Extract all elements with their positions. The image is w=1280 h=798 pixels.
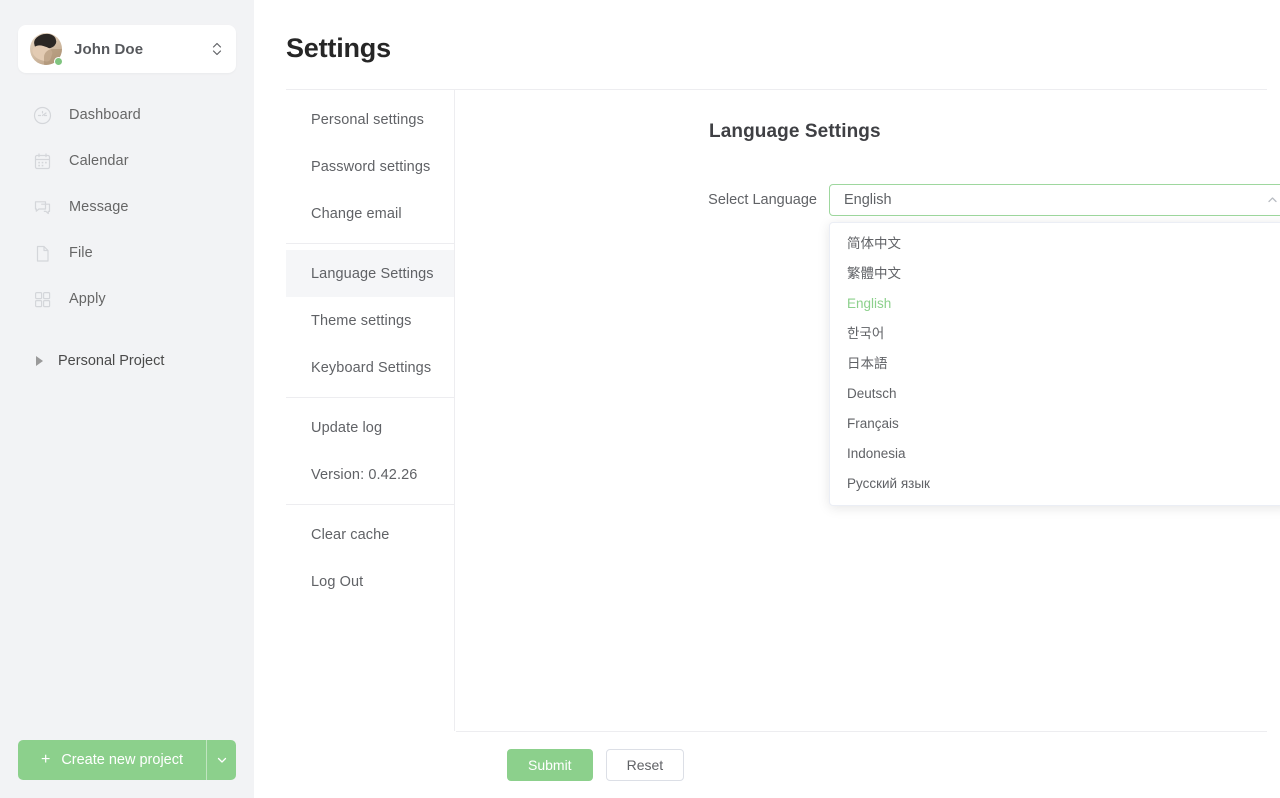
sidebar-item-apply[interactable]: Apply (0, 284, 254, 314)
create-project-dropdown-toggle[interactable] (206, 740, 236, 780)
language-select[interactable]: English (829, 184, 1280, 216)
page-title: Settings (286, 33, 391, 63)
file-icon (33, 244, 52, 263)
apply-grid-icon (33, 290, 52, 309)
panel-title: Language Settings (709, 121, 881, 142)
user-switch-icon[interactable] (210, 38, 224, 60)
settings-item-keyboard-settings[interactable]: Keyboard Settings (286, 344, 454, 391)
settings-item-theme-settings[interactable]: Theme settings (286, 297, 454, 344)
main-content: Settings Personal settings Password sett… (254, 0, 1280, 798)
user-profile-card[interactable]: John Doe (18, 25, 236, 73)
settings-group: Personal settings Password settings Chan… (286, 90, 454, 243)
settings-item-label: Personal settings (311, 111, 424, 128)
settings-item-update-log[interactable]: Update log (286, 404, 454, 451)
settings-group: Update log Version: 0.42.26 (286, 397, 454, 504)
settings-item-log-out[interactable]: Log Out (286, 558, 454, 605)
dashboard-icon (33, 106, 52, 125)
language-select-value: English (844, 192, 892, 208)
avatar (30, 33, 63, 66)
language-option-zh-cn[interactable]: 简体中文 (830, 229, 1280, 259)
chevron-up-icon[interactable] (1266, 194, 1279, 207)
settings-item-label: Clear cache (311, 526, 390, 543)
settings-item-label: Change email (311, 205, 402, 222)
sidebar-item-message[interactable]: Message (0, 192, 254, 222)
language-option-korean[interactable]: 한국어 (830, 319, 1280, 349)
sidebar-item-label: File (69, 245, 93, 261)
settings-item-label: Keyboard Settings (311, 359, 432, 376)
language-dropdown-list: 简体中文 繁體中文 English 한국어 日本語 Deutsch França… (829, 222, 1280, 506)
settings-item-version: Version: 0.42.26 (286, 451, 454, 498)
version-label: Version: 0.42.26 (311, 466, 418, 483)
language-settings-panel: Language Settings Select Language Englis… (456, 90, 1280, 731)
footer-actions: Submit Reset (507, 749, 685, 781)
settings-submenu: Personal settings Password settings Chan… (286, 90, 455, 731)
sidebar-item-label: Message (69, 199, 129, 215)
reset-button[interactable]: Reset (605, 749, 685, 781)
sidebar: John Doe Dashboard Calendar Message File… (0, 0, 254, 798)
sidebar-item-label: Apply (69, 291, 106, 307)
settings-group: Clear cache Log Out (286, 504, 454, 611)
settings-item-clear-cache[interactable]: Clear cache (286, 511, 454, 558)
select-language-label: Select Language (708, 192, 817, 208)
language-option-english[interactable]: English (830, 289, 1280, 319)
settings-group: Language Settings Theme settings Keyboar… (286, 243, 454, 397)
language-option-russian[interactable]: Русский язык (830, 469, 1280, 499)
submit-button[interactable]: Submit (507, 749, 593, 781)
create-new-project-label: Create new project (61, 752, 184, 768)
settings-item-label: Password settings (311, 158, 431, 175)
app-root: John Doe Dashboard Calendar Message File… (0, 0, 1280, 798)
sidebar-item-label: Calendar (69, 153, 129, 169)
settings-item-label: Language Settings (311, 265, 434, 282)
sidebar-nav: Dashboard Calendar Message File Apply (0, 100, 254, 330)
footer-divider (456, 731, 1267, 732)
message-icon (33, 198, 52, 217)
project-label: Personal Project (58, 353, 165, 369)
settings-item-password-settings[interactable]: Password settings (286, 143, 454, 190)
settings-item-label: Theme settings (311, 312, 412, 329)
settings-item-label: Log Out (311, 573, 364, 590)
sidebar-item-label: Dashboard (69, 107, 141, 123)
settings-item-language-settings[interactable]: Language Settings (286, 250, 454, 297)
sidebar-item-file[interactable]: File (0, 238, 254, 268)
settings-item-personal-settings[interactable]: Personal settings (286, 96, 454, 143)
language-option-deutsch[interactable]: Deutsch (830, 379, 1280, 409)
plus-icon: + (40, 751, 51, 768)
sidebar-item-dashboard[interactable]: Dashboard (0, 100, 254, 130)
settings-item-label: Update log (311, 419, 383, 436)
status-online-dot (54, 57, 63, 66)
expand-triangle-icon[interactable] (36, 356, 43, 366)
language-option-indonesia[interactable]: Indonesia (830, 439, 1280, 469)
language-option-japanese[interactable]: 日本語 (830, 349, 1280, 379)
calendar-icon (33, 152, 52, 171)
create-new-project-button[interactable]: + Create new project (18, 740, 206, 780)
create-project-button-group: + Create new project (18, 740, 236, 780)
settings-item-change-email[interactable]: Change email (286, 190, 454, 237)
sidebar-item-calendar[interactable]: Calendar (0, 146, 254, 176)
user-name: John Doe (74, 40, 144, 58)
language-option-zh-tw[interactable]: 繁體中文 (830, 259, 1280, 289)
language-option-francais[interactable]: Français (830, 409, 1280, 439)
sidebar-item-personal-project[interactable]: Personal Project (0, 348, 164, 374)
select-language-form-row: Select Language English 简体中文 繁體中文 Englis… (456, 184, 1280, 506)
